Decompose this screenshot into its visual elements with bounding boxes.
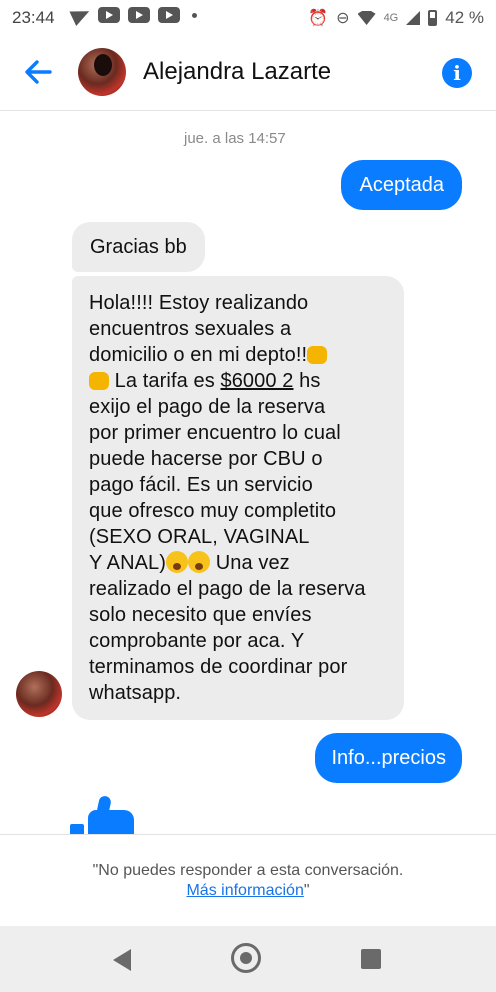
alarm-icon: ⏰ xyxy=(308,10,329,27)
message-line: Y ANAL) xyxy=(89,552,167,574)
message-line: terminamos de coordinar por xyxy=(89,656,348,678)
android-nav-bar xyxy=(0,926,496,992)
pointing-hand-emoji-icon xyxy=(307,346,328,364)
more-info-link[interactable]: Más información xyxy=(186,882,303,899)
status-bar: 23:44 ⏰ ⊖ 4G 42 % xyxy=(0,0,496,36)
youtube-icon xyxy=(128,7,150,23)
message-line: exijo el pago de la reserva xyxy=(89,396,326,418)
thumbs-up-icon[interactable] xyxy=(70,796,134,838)
system-icons: ⏰ ⊖ 4G 42 % xyxy=(308,8,484,28)
contact-avatar-small[interactable] xyxy=(16,671,62,717)
nav-back-icon[interactable] xyxy=(113,949,131,971)
message-line: puede hacerse por CBU o xyxy=(89,448,323,470)
chat-header: Alejandra Lazarte i xyxy=(0,36,496,111)
wifi-icon xyxy=(357,11,376,25)
cannot-reply-notice: "No puedes responder a esta conversación… xyxy=(92,862,404,879)
battery-icon xyxy=(428,10,438,26)
message-line: comprobante por aca. Y xyxy=(89,630,305,652)
more-info-row: Más información" xyxy=(0,882,496,900)
youtube-icon xyxy=(98,7,120,23)
message-line: (SEXO ORAL, VAGINAL xyxy=(89,526,310,548)
message-line: pago fácil. Es un servicio xyxy=(89,474,313,496)
network-type: 4G xyxy=(383,12,399,24)
contact-avatar[interactable] xyxy=(78,48,126,96)
message-line: encuentros sexuales a xyxy=(89,318,292,340)
price-text[interactable]: $6000 2 xyxy=(220,370,293,392)
battery-percent: 42 % xyxy=(445,8,484,27)
back-arrow-icon[interactable] xyxy=(20,54,56,90)
contact-name[interactable]: Alejandra Lazarte xyxy=(143,58,331,86)
message-bubble-outgoing[interactable]: Aceptada xyxy=(341,160,462,210)
message-bubble-incoming[interactable]: Hola!!!! Estoy realizando encuentros sexu… xyxy=(72,276,404,720)
message-bubble-outgoing[interactable]: Info...precios xyxy=(315,733,462,783)
message-line: whatsapp. xyxy=(89,682,182,704)
do-not-disturb-icon: ⊖ xyxy=(336,10,350,27)
telegram-icon xyxy=(69,3,93,27)
youtube-icon xyxy=(158,7,180,23)
nav-recent-apps-icon[interactable] xyxy=(361,949,381,969)
message-line: domicilio o en mi depto!! xyxy=(89,344,308,366)
info-icon[interactable]: i xyxy=(442,58,472,88)
message-line: La tarifa es xyxy=(109,370,221,392)
nav-home-icon[interactable] xyxy=(231,943,261,973)
message-line: por primer encuentro lo cual xyxy=(89,422,341,444)
status-time: 23:44 xyxy=(12,8,55,27)
more-notifications-icon xyxy=(192,12,197,18)
conversation-footer: "No puedes responder a esta conversación… xyxy=(0,834,496,927)
astonished-face-emoji-icon xyxy=(188,551,211,573)
ok-hand-emoji-icon xyxy=(89,372,109,390)
astonished-face-emoji-icon xyxy=(166,551,189,573)
signal-icon xyxy=(406,11,421,25)
message-line: que ofresco muy completito xyxy=(89,500,337,522)
message-line: solo necesito que envíes xyxy=(89,604,312,626)
message-line: realizado el pago de la reserva xyxy=(89,578,366,600)
notification-icons xyxy=(69,3,197,27)
message-timestamp: jue. a las 14:57 xyxy=(184,130,286,147)
message-line: Una vez xyxy=(210,552,290,574)
message-bubble-incoming[interactable]: Gracias bb xyxy=(72,222,205,272)
message-line: Hola!!!! Estoy realizando xyxy=(89,292,309,314)
message-line: hs xyxy=(293,370,321,392)
quote-close: " xyxy=(303,882,310,899)
